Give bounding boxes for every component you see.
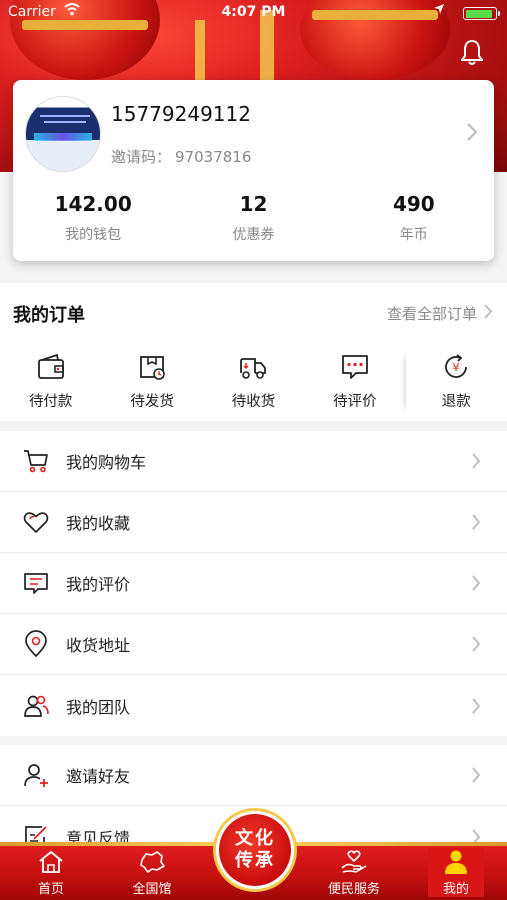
stat-coupons[interactable]: 12 优惠券 <box>173 190 333 244</box>
chevron-right-icon <box>471 697 481 715</box>
logo-line-2: 传承 <box>235 850 275 871</box>
chevron-right-icon <box>471 513 481 531</box>
menu-item-label: 我的团队 <box>66 697 131 717</box>
profile-card[interactable]: 15779249112 邀请码： 97037816 142.00 我的钱包 12 … <box>13 80 494 261</box>
cart-icon <box>22 447 50 475</box>
tab-label: 便民服务 <box>327 882 380 897</box>
menu-item-label: 邀请好友 <box>66 767 131 786</box>
tab-national-pavilion[interactable]: 全国馆 <box>112 848 192 897</box>
tab-convenience-services[interactable]: 便民服务 <box>314 848 394 897</box>
order-item-label: 待付款 <box>28 394 73 410</box>
menu-item-team[interactable]: 我的团队 <box>0 675 507 736</box>
status-bar: Carrier 4:07 PM <box>0 0 507 26</box>
tab-label: 我的 <box>442 882 469 897</box>
stat-label: 年币 <box>399 227 428 243</box>
stat-wallet[interactable]: 142.00 我的钱包 <box>13 190 173 244</box>
package-icon <box>136 356 168 387</box>
wallet-icon <box>35 353 67 387</box>
logo-line-1: 文化 <box>235 828 275 849</box>
menu-item-label: 收货地址 <box>66 636 131 655</box>
user-icon <box>428 848 484 876</box>
tab-label: 全国馆 <box>132 882 172 897</box>
order-item-label: 待收货 <box>231 394 276 410</box>
location-arrow-icon <box>433 3 445 18</box>
map-icon <box>112 848 192 876</box>
chevron-right-icon <box>471 635 481 653</box>
invite-code-value: 97037816 <box>175 148 252 166</box>
avatar[interactable] <box>25 96 101 172</box>
invite-code-line: 邀请码： 97037816 <box>111 146 251 167</box>
hand-heart-icon <box>314 848 394 876</box>
tab-label: 首页 <box>37 882 64 897</box>
menu-group-primary: 我的购物车 我的收藏 我的评价 收货地址 我的团队 <box>0 431 507 736</box>
add-user-icon <box>22 761 50 789</box>
stats-row: 142.00 我的钱包 12 优惠券 490 年币 <box>13 190 494 244</box>
stat-label: 我的钱包 <box>65 227 122 243</box>
battery-icon <box>463 7 500 20</box>
tab-mine[interactable]: 我的 <box>428 848 484 897</box>
order-item-label: 待发货 <box>130 394 174 410</box>
culture-heritage-logo[interactable]: 文化 传承 <box>213 808 297 892</box>
menu-item-cart[interactable]: 我的购物车 <box>0 431 507 492</box>
order-pending-review[interactable]: 待评价 <box>304 351 405 413</box>
menu-item-address[interactable]: 收货地址 <box>0 614 507 675</box>
user-phone: 15779249112 <box>111 102 251 126</box>
order-item-label: 退款 <box>441 394 471 410</box>
stat-label: 优惠券 <box>232 227 275 243</box>
gold-decoration <box>195 20 205 80</box>
stat-value: 12 <box>239 192 268 216</box>
menu-item-invite-friends[interactable]: 邀请好友 <box>0 745 507 806</box>
tab-home[interactable]: 首页 <box>11 848 91 897</box>
view-all-orders-label: 查看全部订单 <box>386 305 477 323</box>
team-icon <box>22 692 50 720</box>
view-all-orders-link[interactable]: 查看全部订单 <box>387 303 493 324</box>
location-icon <box>22 630 50 658</box>
chevron-right-icon <box>471 766 481 784</box>
home-icon <box>11 848 91 876</box>
invite-code-label: 邀请码： <box>111 148 172 166</box>
stat-coins[interactable]: 490 年币 <box>334 190 494 244</box>
order-pending-payment[interactable]: 待付款 <box>0 351 101 413</box>
menu-item-reviews[interactable]: 我的评价 <box>0 553 507 614</box>
menu-item-label: 我的评价 <box>66 575 131 594</box>
order-pending-receipt[interactable]: 待收货 <box>203 351 304 413</box>
order-refund[interactable]: ¥ 退款 <box>406 351 507 413</box>
stat-value: 490 <box>392 192 435 216</box>
heart-icon <box>22 508 50 536</box>
order-item-label: 待评价 <box>333 394 377 410</box>
review-icon <box>22 569 50 597</box>
chevron-right-icon <box>483 303 493 324</box>
chevron-right-icon <box>471 452 481 470</box>
orders-title: 我的订单 <box>13 305 85 326</box>
menu-item-label: 我的收藏 <box>66 514 131 533</box>
stat-value: 142.00 <box>54 192 132 216</box>
svg-text:¥: ¥ <box>453 361 460 374</box>
comment-icon <box>339 355 371 387</box>
order-status-row: 待付款 待发货 待收货 待评价 ¥ 退款 <box>0 351 507 413</box>
refund-icon: ¥ <box>440 354 472 387</box>
menu-item-favorites[interactable]: 我的收藏 <box>0 492 507 553</box>
chevron-right-icon <box>471 574 481 592</box>
orders-section: 我的订单 查看全部订单 待付款 待发货 待收货 待评价 ¥ 退款 <box>0 283 507 421</box>
truck-icon <box>237 358 269 387</box>
order-pending-shipment[interactable]: 待发货 <box>101 351 202 413</box>
status-time: 4:07 PM <box>221 4 286 20</box>
bell-icon[interactable] <box>459 38 485 66</box>
menu-item-label: 我的购物车 <box>66 453 147 472</box>
chevron-right-icon[interactable] <box>466 122 478 142</box>
